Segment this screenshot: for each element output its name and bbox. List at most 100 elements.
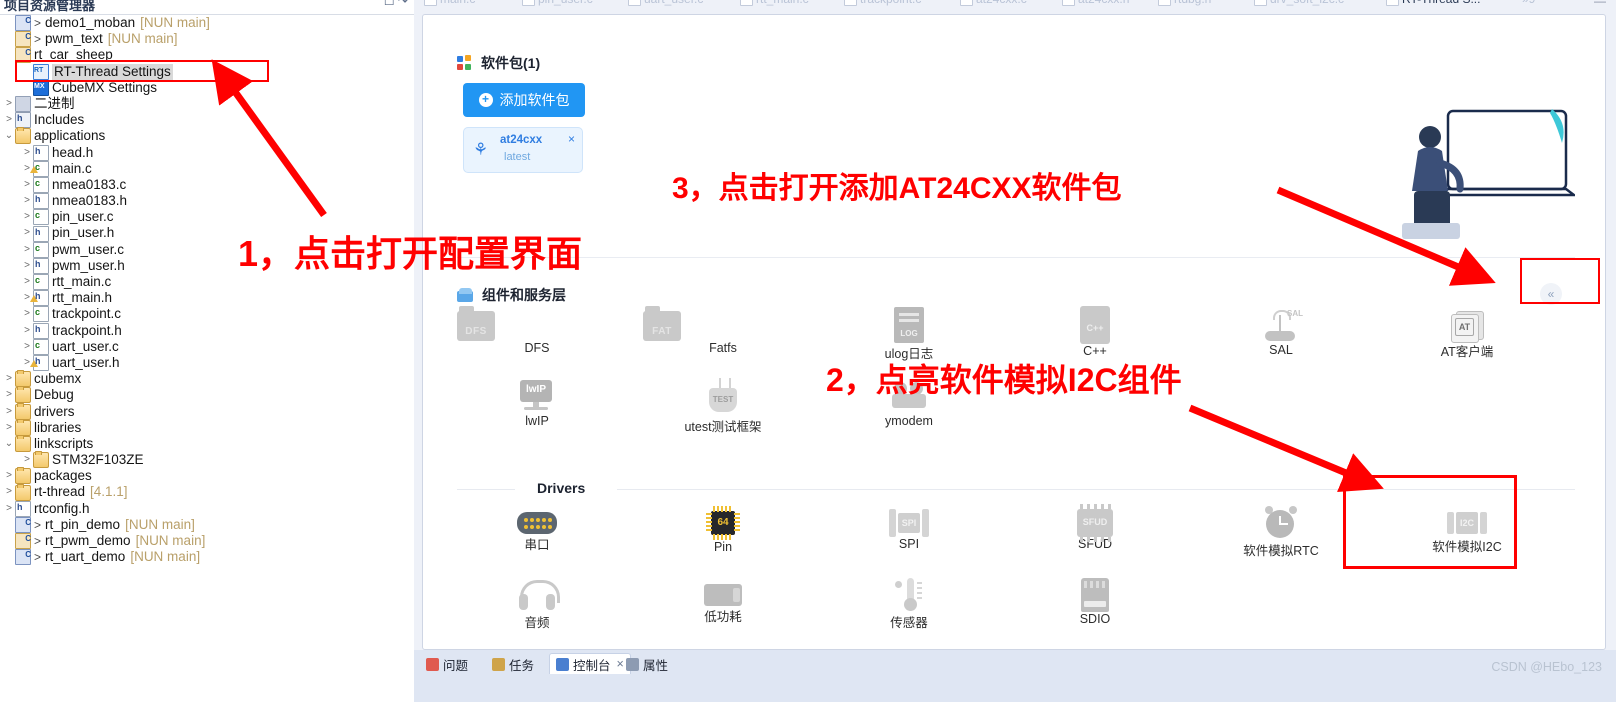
editor-tab[interactable]: at24cxx.c [960,0,1027,6]
drivers-grid[interactable]: 串口 64 Pin SPI SPI SFUD SFUD 软件模拟RTC I2C 软件模拟I2C 音频… [457,503,1575,649]
tree-item[interactable]: > pin_user.c [0,207,414,226]
grid-item-dfs[interactable]: DFS DFS [457,305,617,355]
tree-item[interactable]: > packages [0,467,414,485]
tree-twisty[interactable]: > [3,371,15,387]
tree-twisty[interactable]: > [21,177,33,193]
tree-expand-chevron[interactable]: > [34,15,41,31]
tree-twisty[interactable]: > [3,468,15,484]
tree-twisty[interactable]: > [21,209,33,225]
tree-item[interactable]: > nmea0183.h [0,191,414,210]
tree-twisty[interactable]: > [21,452,33,468]
tree-item[interactable]: >rtt_main.h [0,288,414,307]
tree-twisty[interactable]: > [21,225,33,241]
editor-tab[interactable]: uart_user.c [628,0,703,6]
tree-item[interactable]: RT-Thread Settings [0,63,414,80]
tree-twisty[interactable]: > [21,323,33,339]
grid-item-audio[interactable]: 音频 [457,575,617,631]
grid-item-ulog[interactable]: LOG ulog日志 [829,305,989,362]
tree-twisty[interactable]: > [21,193,33,209]
grid-item-sal[interactable]: SAL SAL [1201,305,1361,357]
tree-expand-chevron[interactable]: > [34,533,41,549]
grid-item-soft-rtc[interactable]: 软件模拟RTC [1201,503,1361,559]
tree-item[interactable]: >uart_user.h [0,353,414,372]
tree-item[interactable]: >rt_uart_demo[NUN main] [0,547,414,566]
add-package-button[interactable]: + 添加软件包 [463,83,585,117]
tree-item[interactable]: > trackpoint.h [0,321,414,339]
grid-item-utest[interactable]: TEST utest测试框架 [643,377,803,435]
tree-item[interactable]: > drivers [0,402,414,420]
tree-item[interactable]: CubeMX Settings [0,79,414,96]
tree-item[interactable]: > Debug [0,386,414,404]
grid-item-soft-i2c[interactable]: I2C 软件模拟I2C [1387,503,1547,555]
tree-item[interactable]: rt_car_sheep [0,45,414,64]
tree-item[interactable]: > rt_pwm_demo [NUN main] [0,531,414,550]
editor-tab[interactable]: rtdbg.h [1158,0,1211,6]
grid-item-sensor[interactable]: 传感器 [829,575,989,631]
editor-tab[interactable]: drv_soft_i2c.c [1254,0,1344,6]
tree-item[interactable]: > cubemx [0,370,414,388]
grid-item-at-client[interactable]: AT AT客户端 [1387,305,1547,360]
tree-expand-chevron[interactable]: > [34,31,41,47]
tree-item[interactable]: > trackpoint.c [0,304,414,323]
editor-tab[interactable]: trackpoint.c [844,0,921,6]
tree-twisty[interactable]: > [3,387,15,403]
tree-twisty[interactable]: > [3,501,15,517]
grid-item-lowpower[interactable]: 低功耗 [643,575,803,625]
minimize-icon[interactable]: — [1594,0,1606,8]
editor-tab-bar[interactable]: main.c pin_user.c uart_user.c rtt_main.c tra… [414,0,1616,14]
tree-twisty[interactable]: > [21,242,33,258]
tree-item[interactable]: >main.c [0,159,414,177]
collapse-panel-button[interactable]: « [1521,278,1581,310]
close-console-icon[interactable]: × [617,657,624,671]
grid-item-lwip[interactable]: lwIP lwIP [457,377,617,428]
tree-twisty[interactable]: > [21,258,33,274]
tree-twisty[interactable]: > [3,112,15,128]
grid-item-pin[interactable]: 64 Pin [643,503,803,554]
grid-item-spi[interactable]: SPI SPI [829,503,989,551]
editor-tab[interactable]: rtt_main.c [740,0,809,6]
grid-item-serial[interactable]: 串口 [457,503,617,553]
tree-twisty[interactable]: > [21,339,33,355]
tree-item[interactable]: ⌄ linkscripts [0,434,414,452]
bottom-view-tab[interactable]: 问题 [426,655,468,673]
tree-twisty[interactable]: > [3,404,15,420]
tree-twisty[interactable]: ⌄ [3,128,15,144]
tree-expand-chevron[interactable]: > [34,549,41,565]
grid-item-fatfs[interactable]: FAT Fatfs [643,305,803,355]
tree-twisty[interactable]: > [21,306,33,322]
tree-twisty[interactable]: > [21,274,33,290]
tree-expand-chevron[interactable]: > [34,517,41,533]
tree-twisty[interactable]: > [3,420,15,436]
tree-item[interactable]: ⌄ applications [0,127,414,145]
tree-item[interactable]: > head.h [0,143,414,161]
remove-package-icon[interactable]: × [568,132,575,146]
tree-item[interactable]: > rt-thread [4.1.1] [0,483,414,501]
editor-tab[interactable]: main.c [424,0,475,6]
explorer-header-icons[interactable]: ☐ ↷ [384,0,408,8]
bottom-view-tab[interactable]: 任务 [492,655,534,673]
tree-twisty[interactable]: > [3,484,15,500]
tree-twisty[interactable]: ⌄ [3,436,15,452]
bottom-view-tab[interactable]: 属性 [626,655,668,673]
installed-package-card[interactable]: ⚘ at24cxx latest × [463,127,583,173]
tree-twisty[interactable]: > [3,96,15,112]
editor-tab[interactable]: at24cxx.h [1062,0,1129,6]
bottom-view-tab[interactable]: 控制台 × [549,653,631,674]
grid-item-cpp[interactable]: C++ C++ [1015,305,1175,358]
grid-item-sdio[interactable]: SDIO [1015,575,1175,626]
tree-item[interactable]: >pwm_text[NUN main] [0,29,414,48]
tree-item[interactable]: > demo1_moban [NUN main] [0,13,414,32]
tree-item[interactable]: > libraries [0,418,414,436]
tree-item[interactable]: > uart_user.c [0,337,414,355]
grid-item-sfud[interactable]: SFUD SFUD [1015,503,1175,551]
editor-tab[interactable]: »9 [1522,0,1535,6]
tree-item[interactable]: > nmea0183.c [0,175,414,193]
tree-item[interactable]: > Includes [0,110,414,129]
tree-item[interactable]: >rt_pin_demo[NUN main] [0,515,414,533]
editor-tab[interactable]: pin_user.c [522,0,593,6]
tree-item[interactable]: > rtconfig.h [0,499,414,517]
tree-item[interactable]: > 二进制 [0,96,414,113]
editor-tab[interactable]: RT-Thread S... [1386,0,1480,6]
tree-twisty[interactable]: > [21,145,33,161]
project-tree[interactable]: >demo1_moban[NUN main]>pwm_text[NUN main… [0,13,414,566]
